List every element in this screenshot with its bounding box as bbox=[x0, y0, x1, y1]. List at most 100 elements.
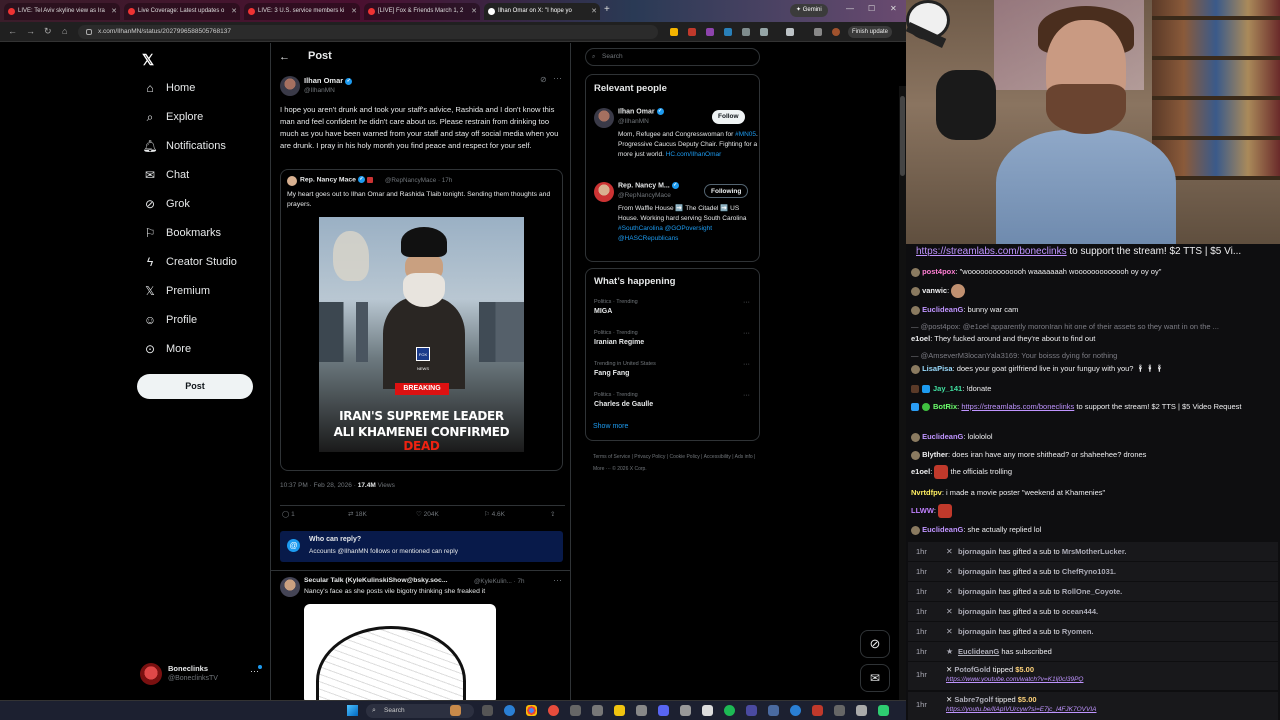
reply-image[interactable] bbox=[304, 604, 496, 700]
windows-start-icon[interactable] bbox=[347, 705, 358, 716]
follow-button[interactable]: Follow bbox=[712, 110, 745, 124]
repost-button[interactable]: ⇄ 18K bbox=[348, 510, 367, 518]
back-arrow-icon[interactable]: ← bbox=[279, 51, 290, 63]
grok-icon[interactable]: ⊘ bbox=[540, 75, 547, 84]
app-icon[interactable] bbox=[548, 705, 559, 716]
widget-icon[interactable] bbox=[450, 705, 461, 716]
close-icon[interactable]: ✕ bbox=[471, 3, 477, 20]
following-button[interactable]: Following bbox=[704, 184, 749, 198]
close-icon[interactable]: ✕ bbox=[351, 3, 357, 20]
post-author-handle[interactable]: @IlhanMN bbox=[304, 87, 335, 94]
edge-icon[interactable] bbox=[504, 705, 515, 716]
app-icon[interactable] bbox=[812, 705, 823, 716]
more-icon[interactable]: ··· bbox=[743, 392, 750, 399]
tab-tel-aviv[interactable]: LIVE: Tel Aviv skyline view as Ira ✕ bbox=[4, 3, 120, 20]
finish-update-button[interactable]: Finish update bbox=[848, 26, 893, 38]
footer-links[interactable]: Terms of Service | Privacy Policy | Cook… bbox=[593, 451, 763, 475]
relevant-name[interactable]: Ilhan Omar ✓ bbox=[618, 108, 664, 115]
breaking-news-image[interactable]: FOX NEWS BREAKING IRAN'S SUPREME LEADER … bbox=[319, 217, 524, 452]
nav-more[interactable]: ⊙ More bbox=[136, 337, 266, 361]
close-icon[interactable]: ✕ bbox=[591, 3, 597, 20]
nav-grok[interactable]: ⊘ Grok bbox=[136, 192, 266, 216]
bookmark-button[interactable]: ⚐ 4.6K bbox=[484, 510, 505, 518]
app-icon[interactable] bbox=[834, 705, 845, 716]
reply-author-handle[interactable]: @KyleKulin... · 7h bbox=[474, 578, 525, 585]
close-icon[interactable]: ✕ bbox=[111, 3, 117, 20]
spotify-icon[interactable] bbox=[724, 705, 735, 716]
tab-live-coverage[interactable]: Live Coverage: Latest updates o ✕ bbox=[124, 3, 240, 20]
app-icon[interactable] bbox=[636, 705, 647, 716]
avatar[interactable] bbox=[594, 108, 614, 128]
trend-item[interactable]: Fang Fang bbox=[594, 370, 629, 377]
account-switcher[interactable]: Boneclinks @BoneclinksTV ··· bbox=[140, 661, 268, 689]
task-view-icon[interactable] bbox=[482, 705, 493, 716]
app-icon[interactable] bbox=[746, 705, 757, 716]
split-view-icon[interactable] bbox=[786, 28, 794, 36]
url-input[interactable]: x.com/IlhanMN/status/2027996588505768137 bbox=[78, 25, 658, 39]
nav-home[interactable]: ⌂ Home bbox=[136, 76, 266, 100]
back-icon[interactable]: ← bbox=[8, 26, 17, 36]
nav-premium[interactable]: 𝕏 Premium bbox=[136, 279, 266, 303]
extensions-puzzle-icon[interactable] bbox=[760, 28, 768, 36]
relevant-name[interactable]: Rep. Nancy M... ✓ bbox=[618, 182, 679, 189]
post-author-name[interactable]: Ilhan Omar ✓ bbox=[304, 76, 353, 85]
extension-icon[interactable] bbox=[670, 28, 678, 36]
app-icon[interactable] bbox=[790, 705, 801, 716]
tab-service-members[interactable]: LIVE: 3 U.S. service members ki ✕ bbox=[244, 3, 360, 20]
tab-ilhan-omar[interactable]: Ilhan Omar on X: "I hope yo ✕ bbox=[484, 3, 600, 20]
trend-item[interactable]: Charles de Gaulle bbox=[594, 401, 653, 408]
more-icon[interactable]: ··· bbox=[553, 73, 562, 83]
close-window-icon[interactable]: ✕ bbox=[890, 4, 897, 13]
app-icon[interactable] bbox=[702, 705, 713, 716]
x-logo-icon[interactable]: 𝕏 bbox=[142, 51, 154, 69]
avatar[interactable] bbox=[280, 577, 300, 597]
like-button[interactable]: ♡ 204K bbox=[416, 510, 439, 518]
forward-icon[interactable]: → bbox=[26, 26, 35, 36]
app-icon[interactable] bbox=[768, 705, 779, 716]
extension-icon[interactable] bbox=[706, 28, 714, 36]
avatar[interactable] bbox=[594, 182, 614, 202]
app-icon[interactable] bbox=[570, 705, 581, 716]
share-icon[interactable]: ⇪ bbox=[550, 510, 555, 518]
app-icon[interactable] bbox=[592, 705, 603, 716]
more-icon[interactable]: ··· bbox=[743, 330, 750, 337]
gemini-button[interactable]: ✦ Gemini bbox=[790, 4, 828, 17]
chrome-icon[interactable] bbox=[526, 705, 537, 716]
profile-avatar-icon[interactable] bbox=[832, 28, 840, 36]
scrollbar[interactable] bbox=[899, 86, 906, 700]
app-icon[interactable] bbox=[856, 705, 867, 716]
nav-bookmarks[interactable]: ⚐ Bookmarks bbox=[136, 221, 266, 245]
app-icon[interactable] bbox=[878, 705, 889, 716]
file-explorer-icon[interactable] bbox=[614, 705, 625, 716]
extension-icon[interactable] bbox=[742, 28, 750, 36]
close-icon[interactable]: ✕ bbox=[231, 3, 237, 20]
maximize-icon[interactable]: ☐ bbox=[868, 4, 875, 13]
search-input[interactable]: ⌕ Search bbox=[585, 48, 760, 66]
grok-floating-button[interactable]: ⊘ bbox=[860, 630, 890, 658]
avatar[interactable] bbox=[280, 76, 300, 96]
nav-notifications[interactable]: 🔔︎ Notifications bbox=[136, 134, 266, 158]
reply-button[interactable]: ◯ 1 bbox=[282, 510, 295, 518]
download-icon[interactable] bbox=[814, 28, 822, 36]
home-icon[interactable]: ⌂ bbox=[62, 26, 67, 36]
scrollbar-thumb[interactable] bbox=[900, 96, 905, 176]
nav-explore[interactable]: ⌕ Explore bbox=[136, 105, 266, 129]
site-info-icon[interactable] bbox=[86, 29, 92, 35]
extension-icon[interactable] bbox=[724, 28, 732, 36]
more-icon[interactable]: ··· bbox=[743, 299, 750, 306]
new-tab-icon[interactable]: + bbox=[604, 4, 610, 15]
post-button[interactable]: Post bbox=[137, 374, 253, 399]
tab-fox-friends[interactable]: [LIVE] Fox & Friends March 1, 2 ✕ bbox=[364, 3, 480, 20]
messages-floating-button[interactable]: ✉ bbox=[860, 664, 890, 692]
trend-item[interactable]: MIGA bbox=[594, 308, 612, 315]
nav-profile[interactable]: ☺ Profile bbox=[136, 308, 266, 332]
show-more-link[interactable]: Show more bbox=[593, 423, 628, 430]
reply-author-name[interactable]: Secular Talk (KyleKulinskiShow@bsky.soc.… bbox=[304, 577, 448, 584]
extension-icon[interactable] bbox=[688, 28, 696, 36]
nav-creator-studio[interactable]: ϟ Creator Studio bbox=[136, 250, 266, 274]
app-icon[interactable] bbox=[680, 705, 691, 716]
trend-item[interactable]: Iranian Regime bbox=[594, 339, 644, 346]
discord-icon[interactable] bbox=[658, 705, 669, 716]
more-icon[interactable]: ··· bbox=[743, 361, 750, 368]
minimize-icon[interactable]: — bbox=[846, 4, 854, 13]
